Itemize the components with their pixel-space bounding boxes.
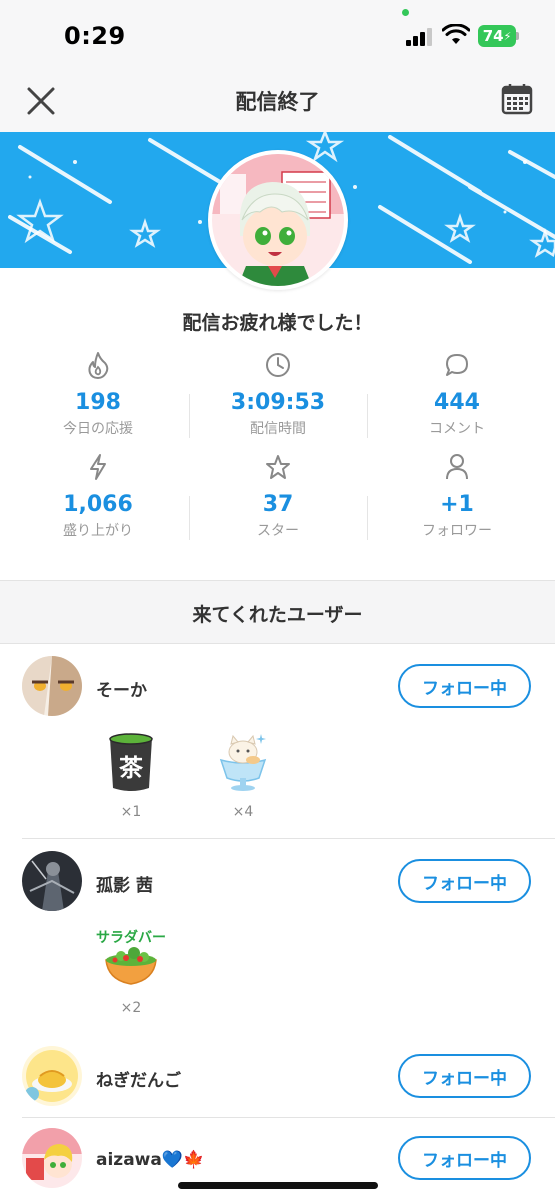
gift-count: ×4 [232, 804, 254, 820]
stat-value: 37 [262, 492, 294, 517]
stat-label: コメント [429, 421, 485, 437]
battery-tip [516, 32, 519, 40]
avatar[interactable] [22, 1046, 82, 1106]
gift-item: サラダバー ×2 [96, 926, 166, 1016]
stat-comments: 444 コメント [367, 350, 547, 438]
comment-icon [367, 350, 547, 380]
follow-button[interactable]: フォロー中 [398, 1136, 531, 1180]
stat-value: +1 [440, 492, 474, 517]
row-divider [22, 838, 555, 839]
salad-bar-icon: サラダバー [96, 929, 166, 985]
stat-label: 今日の応援 [63, 421, 133, 437]
stat-label: フォロワー [422, 523, 492, 539]
visitors-section-header: 来てくれたユーザー [0, 580, 555, 644]
user-name[interactable]: ねぎだんご [96, 1066, 181, 1091]
section-title: 来てくれたユーザー [192, 604, 363, 626]
visitor-row: 孤影 茜 フォロー中 サラダバー ×2 [0, 840, 555, 1035]
user-name[interactable]: 孤影 茜 [96, 871, 153, 896]
svg-text:茶: 茶 [119, 754, 144, 782]
stat-excitement: 1,066 盛り上がり [8, 452, 188, 540]
battery-level: 74 [482, 27, 504, 45]
page-title: 配信終了 [235, 90, 320, 114]
stat-stream-time: 3:09:53 配信時間 [188, 350, 368, 438]
avatar[interactable] [22, 851, 82, 911]
home-indicator[interactable] [178, 1182, 378, 1189]
privacy-indicator [402, 9, 409, 16]
visitor-row: そーか フォロー中 茶 ×1 ×4 [0, 644, 555, 839]
stat-support: 198 今日の応援 [8, 350, 188, 438]
wifi-icon [442, 24, 470, 44]
gift-label: サラダバー [96, 929, 166, 946]
stat-value: 3:09:53 [230, 390, 326, 415]
stat-label: 配信時間 [250, 421, 306, 437]
user-name[interactable]: aizawa💙🍁 [96, 1150, 204, 1170]
clock-icon [188, 350, 368, 380]
streamer-avatar [208, 150, 348, 290]
gift-count: ×2 [120, 1000, 142, 1016]
follow-button[interactable]: フォロー中 [398, 859, 531, 903]
visitor-row: ねぎだんご フォロー中 [0, 1040, 555, 1116]
flame-icon [8, 350, 188, 380]
calendar-button[interactable] [500, 82, 536, 118]
avatar[interactable] [22, 656, 82, 716]
gift-item: ×4 [208, 730, 278, 820]
status-time: 0:29 [64, 22, 126, 50]
cat-parfait-icon [219, 734, 267, 791]
nav-bar: 配信終了 [0, 70, 555, 132]
status-bar: 0:29 74 ⚡ [0, 0, 555, 70]
person-icon [367, 452, 547, 482]
follow-button[interactable]: フォロー中 [398, 664, 531, 708]
signal-icon [406, 28, 434, 46]
calendar-icon [501, 84, 533, 115]
follow-button[interactable]: フォロー中 [398, 1054, 531, 1098]
stat-label: スター [257, 523, 299, 539]
stat-value: 444 [434, 390, 480, 415]
stat-label: 盛り上がり [63, 523, 133, 539]
stat-followers: +1 フォロワー [367, 452, 547, 540]
stream-end-message: 配信お疲れ様でした！ [182, 312, 373, 334]
star-icon [188, 452, 368, 482]
tea-cup-icon: 茶 [109, 733, 153, 791]
stat-stars: 37 スター [188, 452, 368, 540]
stat-value: 1,066 [63, 492, 133, 517]
user-name[interactable]: そーか [96, 676, 147, 701]
gift-item: 茶 ×1 [96, 730, 166, 820]
avatar[interactable] [22, 1128, 82, 1188]
lightning-icon [8, 452, 188, 482]
gift-count: ×1 [120, 804, 142, 820]
battery-indicator: 74 ⚡ [478, 25, 516, 47]
stat-value: 198 [75, 390, 121, 415]
row-divider [22, 1117, 555, 1118]
